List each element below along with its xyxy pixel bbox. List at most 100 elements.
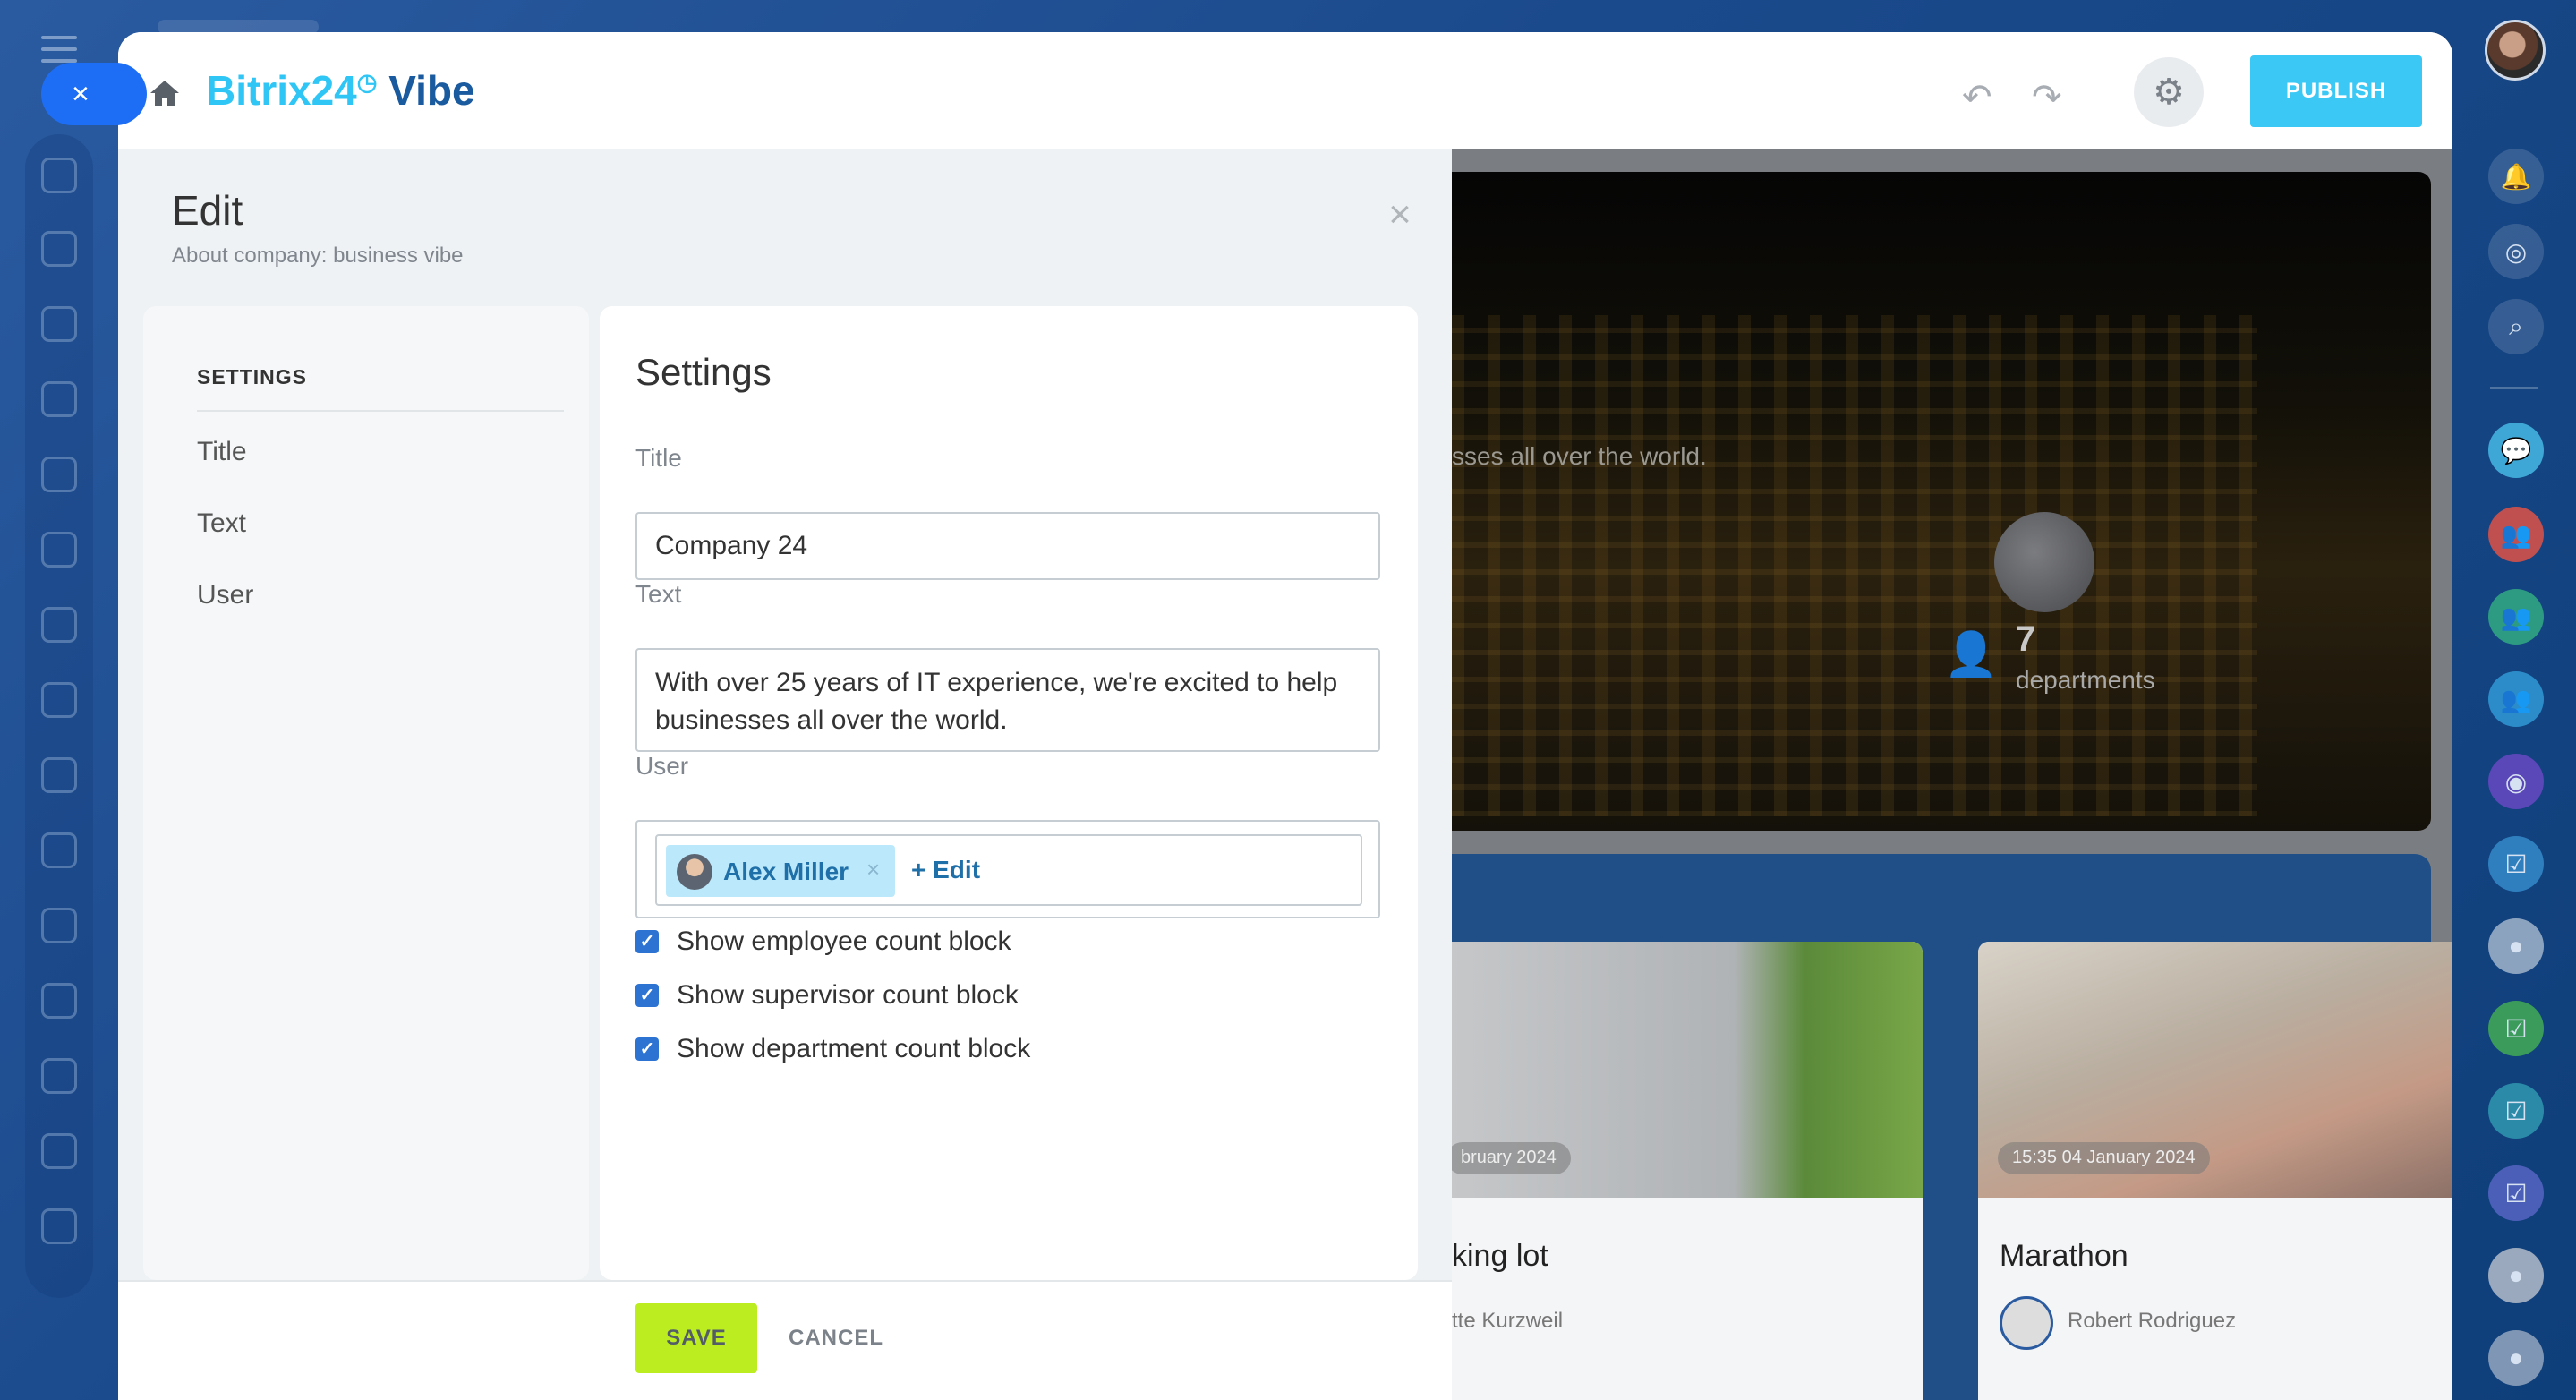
divider <box>197 410 564 412</box>
hexagon-icon[interactable] <box>41 381 77 417</box>
task-icon[interactable]: ☑ <box>2488 1001 2544 1056</box>
close-icon[interactable]: × <box>1382 195 1418 235</box>
docs-icon[interactable] <box>41 532 77 568</box>
supervisor-count-checkbox[interactable]: ✓ <box>635 984 659 1007</box>
edit-panel: Edit About company: business vibe × SETT… <box>118 149 1452 1400</box>
settings-nav-heading: SETTINGS <box>197 365 308 388</box>
panel-subtitle: About company: business vibe <box>172 243 464 268</box>
news-card[interactable]: 15:35 04 January 2024 Marathon Robert Ro… <box>1978 942 2452 1400</box>
card-date: bruary 2024 <box>1452 1142 1571 1174</box>
progress-icon[interactable] <box>41 1208 77 1244</box>
hero-block: sses all over the world. 👤 7 departments <box>1452 172 2431 831</box>
settings-nav-item-user[interactable]: User <box>197 580 253 610</box>
cancel-button[interactable]: CANCEL <box>777 1303 895 1373</box>
box-icon[interactable] <box>41 1133 77 1169</box>
publish-button[interactable]: PUBLISH <box>2250 55 2422 127</box>
task-icon[interactable]: ☑ <box>2488 1165 2544 1221</box>
checkbox-label: Show employee count block <box>677 926 1011 956</box>
checkbox-label: Show department count block <box>677 1034 1031 1063</box>
task-icon[interactable]: ☑ <box>2488 1083 2544 1139</box>
avatar[interactable]: ● <box>2488 1330 2544 1386</box>
factory-image <box>1452 315 2257 816</box>
card-author: Robert Rodriguez <box>2068 1309 2237 1333</box>
undo-icon[interactable]: ↶ <box>1962 77 1998 117</box>
avatar <box>677 854 712 890</box>
settings-nav: SETTINGS Title Text User <box>143 306 589 1280</box>
department-icon: 👤 <box>1944 631 1998 679</box>
top-bar: Bitrix24◷ Vibe ↶ ↷ ⚙ PUBLISH <box>118 32 2452 149</box>
card-title: king lot <box>1452 1239 1548 1273</box>
filter-icon[interactable] <box>41 983 77 1019</box>
group-icon[interactable]: 👥 <box>2488 671 2544 727</box>
department-count-checkbox-row[interactable]: ✓ Show department count block <box>635 1031 1030 1067</box>
tasks-icon[interactable] <box>41 306 77 342</box>
chat-icon[interactable] <box>41 231 77 267</box>
department-count-checkbox[interactable]: ✓ <box>635 1037 659 1061</box>
task-icon[interactable]: ☑ <box>2488 836 2544 892</box>
bell-icon[interactable]: 🔔 <box>2488 149 2544 204</box>
user-label: User <box>635 752 689 780</box>
menu-icon[interactable] <box>41 36 77 66</box>
slider-frame: Bitrix24◷ Vibe ↶ ↷ ⚙ PUBLISH sses all ov… <box>118 32 2452 1400</box>
group-icon[interactable]: 👥 <box>2488 507 2544 562</box>
save-button[interactable]: SAVE <box>635 1303 757 1373</box>
text-label: Text <box>635 580 682 608</box>
grid-icon[interactable] <box>41 1058 77 1094</box>
settings-nav-item-text[interactable]: Text <box>197 508 246 539</box>
remove-user-icon[interactable]: × <box>866 856 880 884</box>
card-author: tte Kurzweil <box>1452 1309 1564 1333</box>
page-preview: sses all over the world. 👤 7 departments… <box>1452 149 2452 1400</box>
settings-nav-item-title[interactable]: Title <box>197 437 247 467</box>
logo-suffix: Vibe <box>377 67 475 114</box>
news-block: bruary 2024 king lot tte Kurzweil 15:35 … <box>1452 854 2452 1400</box>
checkbox-label: Show supervisor count block <box>677 980 1019 1010</box>
title-label: Title <box>635 444 682 472</box>
redo-icon[interactable]: ↷ <box>2032 77 2068 117</box>
card-title: Marathon <box>2000 1239 2128 1273</box>
panel-footer: SAVE CANCEL <box>118 1280 1452 1400</box>
calendar-icon[interactable] <box>41 457 77 492</box>
right-rail-divider <box>2490 387 2538 389</box>
gear-icon[interactable]: ⚙ <box>2134 57 2204 127</box>
user-tag[interactable]: Alex Miller × <box>666 845 895 897</box>
avatar <box>2000 1296 2053 1350</box>
departments-count: 7 <box>2016 619 2036 659</box>
text-input[interactable]: With over 25 years of IT experience, we'… <box>635 648 1380 752</box>
home-icon[interactable] <box>149 79 181 107</box>
hero-text: sses all over the world. <box>1452 442 1707 470</box>
form-heading: Settings <box>635 351 772 393</box>
panel-title: Edit <box>172 187 243 234</box>
departments-label: departments <box>2016 666 2155 694</box>
edit-user-link[interactable]: + Edit <box>911 856 980 884</box>
user-avatar[interactable] <box>2485 20 2546 81</box>
check-icon[interactable] <box>41 908 77 943</box>
board-icon[interactable] <box>41 607 77 643</box>
employee-count-checkbox[interactable]: ✓ <box>635 930 659 953</box>
avatar[interactable]: ● <box>2488 1248 2544 1303</box>
news-card[interactable]: bruary 2024 king lot tte Kurzweil <box>1452 942 1923 1400</box>
target-icon[interactable]: ◉ <box>2488 754 2544 809</box>
user-selector-field[interactable]: Alex Miller × + Edit <box>655 834 1362 906</box>
supervisor-count-checkbox-row[interactable]: ✓ Show supervisor count block <box>635 977 1019 1013</box>
close-slider-button[interactable]: × <box>41 63 147 125</box>
search-icon[interactable]: ⌕ <box>2488 299 2544 354</box>
drive-icon[interactable] <box>41 682 77 718</box>
user-selector: Alex Miller × + Edit <box>635 820 1380 918</box>
target-icon[interactable]: ◎ <box>2488 224 2544 279</box>
close-icon: × <box>72 76 90 111</box>
employee-count-checkbox-row[interactable]: ✓ Show employee count block <box>635 924 1011 960</box>
card-date: 15:35 04 January 2024 <box>1998 1142 2210 1174</box>
title-input[interactable] <box>635 512 1380 580</box>
settings-form: Settings Title Text With over 25 years o… <box>600 306 1418 1280</box>
avatar[interactable]: ● <box>2488 918 2544 974</box>
logo[interactable]: Bitrix24◷ Vibe <box>206 66 475 115</box>
chat-bubble-icon[interactable]: 💬 <box>2488 423 2544 478</box>
feed-icon[interactable] <box>41 158 77 193</box>
left-rail <box>0 0 118 1400</box>
user-name: Alex Miller <box>723 858 849 885</box>
moon-image <box>1994 512 2094 612</box>
logo-clock-icon: ◷ <box>356 68 378 96</box>
groups-icon[interactable] <box>41 832 77 868</box>
mail-icon[interactable] <box>41 757 77 793</box>
group-icon[interactable]: 👥 <box>2488 589 2544 645</box>
